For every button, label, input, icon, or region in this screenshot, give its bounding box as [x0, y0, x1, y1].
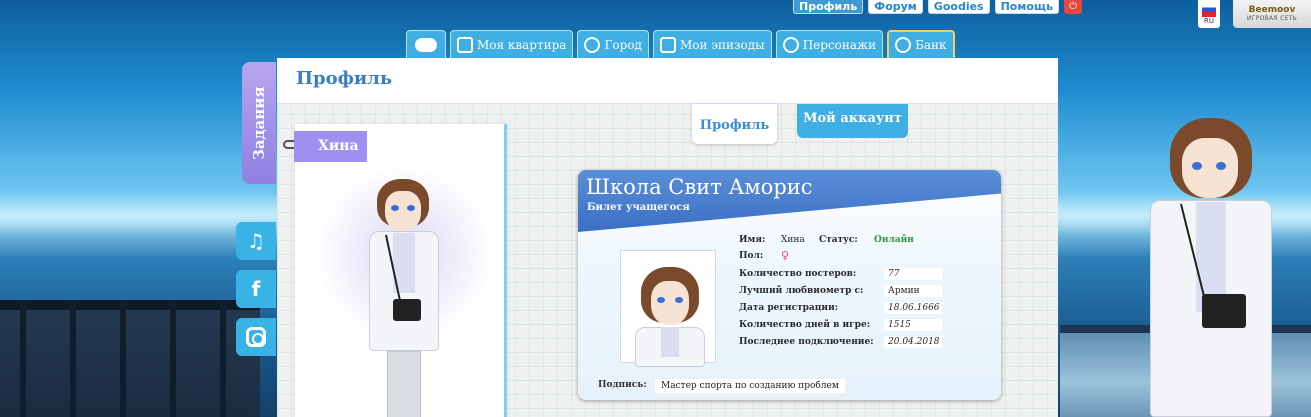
page-title: Профиль — [296, 68, 393, 89]
panel-header: Профиль — [277, 58, 1058, 104]
top-goodies-button[interactable]: Goodies — [927, 0, 990, 14]
language-selector[interactable]: RU — [1198, 0, 1220, 28]
last-connection-value: 20.04.2018 — [884, 336, 942, 348]
gender-label: Пол: — [739, 251, 764, 261]
nav-episodes-label: Мои эпизоды — [679, 37, 765, 52]
character-name-tag: Хина — [294, 131, 367, 162]
pier-post — [120, 300, 126, 417]
location-icon — [584, 36, 601, 53]
brand-name: Beemoov — [1248, 5, 1296, 15]
top-help-button[interactable]: Помощь — [994, 0, 1060, 14]
pier-post — [20, 300, 26, 417]
registration-date-label: Дата регистрации: — [739, 303, 839, 313]
student-ticket-label: Билет учащегося — [587, 202, 690, 213]
signature-value: Мастер спорта по созданию проблем — [655, 379, 845, 393]
student-card: Школа Свит Аморис Билет учащегося Имя: Х… — [578, 170, 1001, 400]
name-value: Хина — [781, 235, 805, 245]
top-menu: Профиль Форум Goodies Помощь ⏻ — [793, 0, 1083, 14]
language-label: RU — [1204, 17, 1214, 25]
nav-apartment-label: Моя квартира — [477, 37, 567, 52]
profile-panel: Профиль Хина Профиль Мой аккаунт Школа С… — [277, 58, 1058, 417]
gender-female-icon: ♀ — [781, 249, 790, 262]
nav-city-label: Город — [604, 37, 642, 52]
status-value: Онлайн — [874, 235, 914, 245]
nav-apartment-tab[interactable]: Моя квартира — [450, 30, 574, 58]
school-title: Школа Свит Аморис — [586, 175, 813, 199]
posters-value: 77 — [884, 268, 942, 280]
posters-label: Количество постеров: — [739, 269, 857, 279]
power-icon[interactable]: ⏻ — [1064, 0, 1083, 14]
best-lovometer-value: Армин — [884, 285, 942, 297]
pier-post — [220, 300, 226, 417]
facebook-icon: f — [251, 277, 261, 301]
status-label: Статус: — [819, 235, 858, 245]
heart-icon — [782, 36, 799, 53]
nav-bank-tab[interactable]: Банк — [887, 30, 955, 58]
registration-date-value: 18.06.1666 — [884, 302, 942, 314]
music-note-icon: ♫ — [247, 229, 265, 253]
instagram-icon — [246, 327, 266, 347]
cloud-icon — [415, 37, 437, 52]
nav-home-tab[interactable] — [406, 30, 446, 58]
nav-bank-label: Банк — [915, 38, 947, 52]
top-forum-button[interactable]: Форум — [868, 0, 923, 14]
main-nav: Моя квартира Город Мои эпизоды Персонажи… — [406, 30, 955, 58]
last-connection-label: Последнее подключение: — [739, 337, 874, 347]
instagram-button[interactable] — [236, 318, 276, 356]
quests-label: Задания — [250, 86, 268, 160]
tab-my-account[interactable]: Мой аккаунт — [797, 104, 908, 138]
student-photo — [620, 250, 716, 367]
nav-characters-label: Персонажи — [802, 37, 877, 52]
right-character — [1140, 118, 1290, 417]
days-in-game-value: 1515 — [884, 319, 942, 331]
coin-icon — [895, 37, 912, 53]
name-label: Имя: — [739, 235, 766, 245]
brand-logo[interactable]: Beemoov ИГРОВАЯ СЕТЬ — [1233, 0, 1311, 28]
house-icon — [457, 36, 473, 53]
nav-characters-tab[interactable]: Персонажи — [775, 30, 884, 58]
avatar-card — [295, 124, 507, 417]
music-button[interactable]: ♫ — [236, 222, 276, 260]
avatar-figure — [355, 179, 455, 417]
nav-episodes-tab[interactable]: Мои эпизоды — [652, 30, 772, 58]
pier-post — [70, 300, 76, 417]
tab-profile[interactable]: Профиль — [692, 104, 777, 144]
nav-city-tab[interactable]: Город — [577, 30, 649, 58]
play-icon — [659, 36, 676, 53]
quests-tab[interactable]: Задания — [242, 62, 276, 184]
brand-subtitle: ИГРОВАЯ СЕТЬ — [1246, 15, 1298, 22]
top-profile-button[interactable]: Профиль — [793, 0, 864, 14]
days-in-game-label: Количество дней в игре: — [739, 320, 871, 330]
facebook-button[interactable]: f — [236, 270, 276, 308]
russia-flag-icon — [1202, 3, 1216, 17]
signature-label: Подпись: — [598, 380, 647, 390]
pier-post — [170, 300, 176, 417]
best-lovometer-label: Лучший любвиометр с: — [739, 286, 864, 296]
